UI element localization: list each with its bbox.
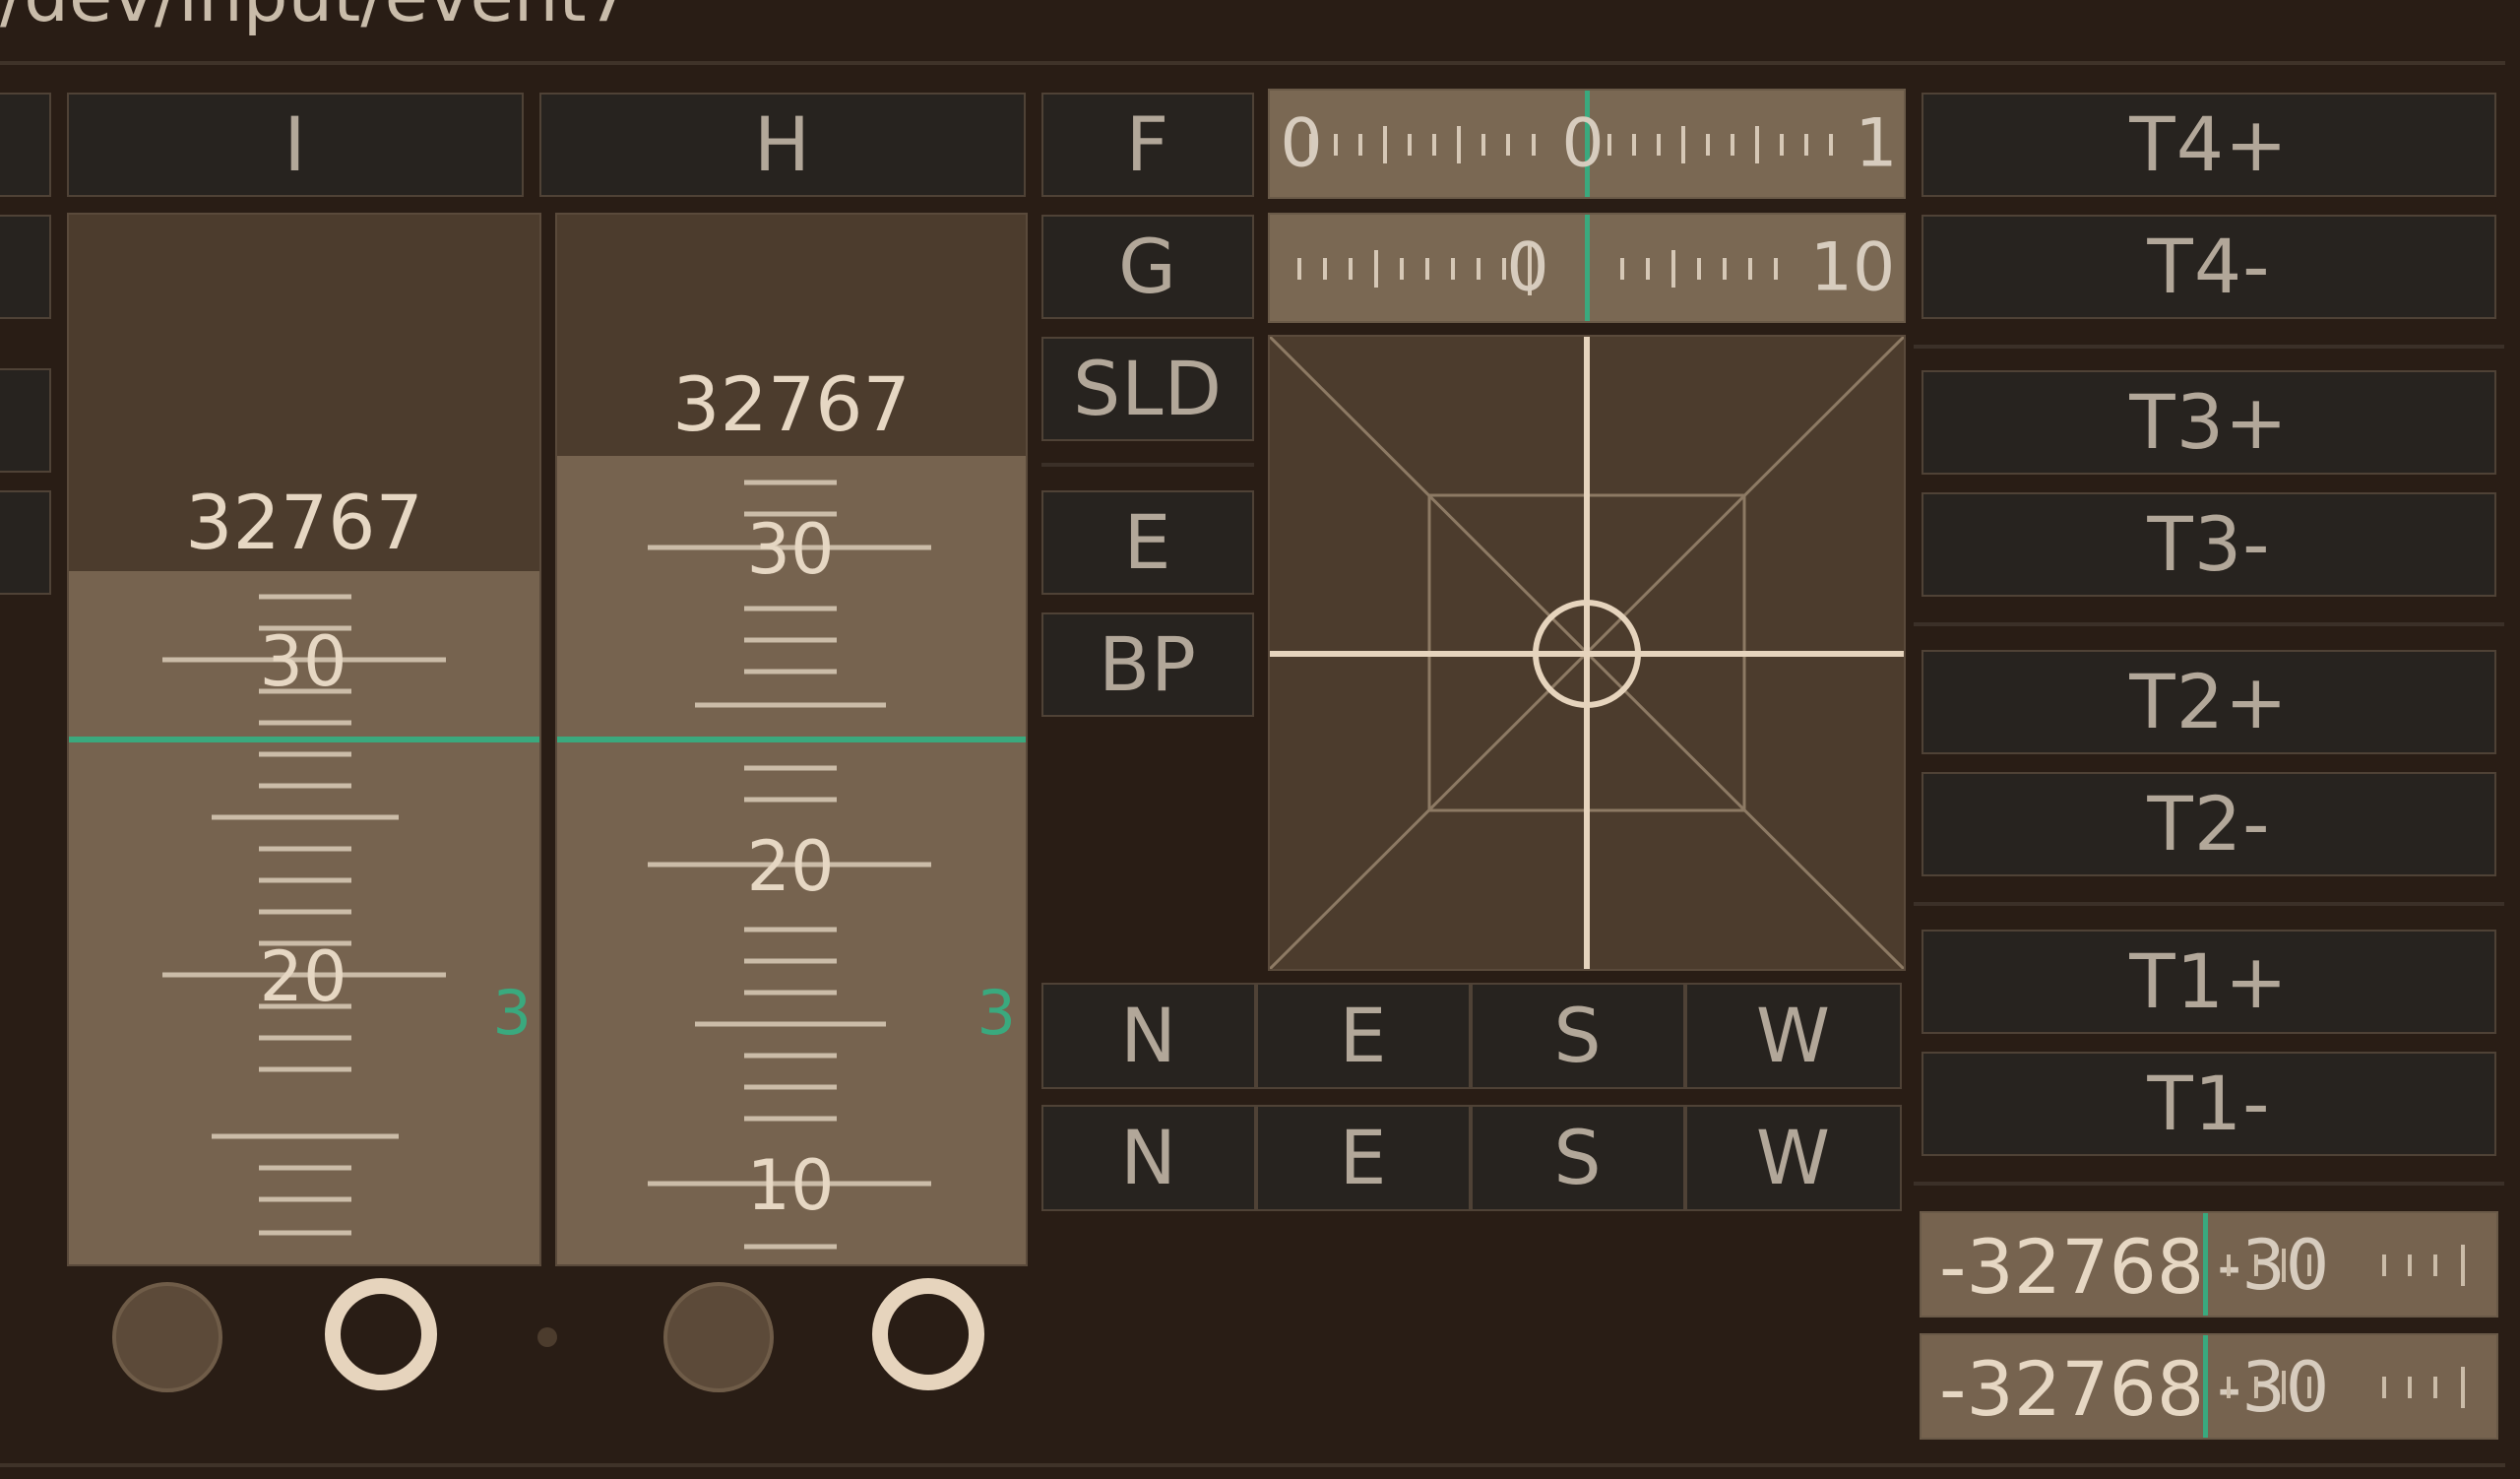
slider-i[interactable]: 30 20 3 32767 bbox=[67, 213, 541, 1266]
hat1-e-button[interactable]: E bbox=[1256, 983, 1471, 1089]
knob-3[interactable] bbox=[663, 1282, 774, 1392]
t3-minus-button[interactable]: T3- bbox=[1922, 492, 2496, 597]
ruler-2-right-label: 10 bbox=[1809, 228, 1896, 307]
e-button[interactable]: E bbox=[1041, 490, 1254, 595]
hat2-w-label: W bbox=[1755, 1114, 1832, 1201]
knob-dot bbox=[537, 1327, 557, 1347]
t2-minus-button[interactable]: T2- bbox=[1922, 772, 2496, 876]
t1-minus-label: T1- bbox=[2147, 1060, 2271, 1147]
trigger-divider-1 bbox=[1914, 345, 2504, 349]
slider-i-value: 32767 bbox=[185, 479, 423, 566]
slider-i-marker-label: 3 bbox=[493, 977, 532, 1049]
axis-readout-2[interactable]: -32768 -30 bbox=[1920, 1333, 2498, 1440]
trigger-divider-4 bbox=[1914, 1182, 2504, 1186]
axis-readout-1[interactable]: -32768 -30 bbox=[1920, 1211, 2498, 1318]
hat1-s-button[interactable]: S bbox=[1471, 983, 1685, 1089]
slider-h-header[interactable]: H bbox=[539, 93, 1026, 197]
axis-readout-2-ticks bbox=[2227, 1367, 2465, 1408]
e-button-label: E bbox=[1123, 498, 1172, 586]
slider-i-header[interactable]: I bbox=[67, 93, 524, 197]
knob-2[interactable] bbox=[325, 1278, 437, 1390]
xy-pad[interactable] bbox=[1268, 335, 1906, 971]
ruler-2-marker bbox=[1585, 215, 1590, 321]
hat2-e-button[interactable]: E bbox=[1256, 1105, 1471, 1211]
ruler-2[interactable]: 0 10 bbox=[1268, 213, 1906, 323]
left-clipped-button-3[interactable] bbox=[0, 368, 51, 473]
hat1-w-label: W bbox=[1755, 992, 1832, 1079]
t2-plus-button[interactable]: T2+ bbox=[1922, 650, 2496, 754]
slider-i-marker bbox=[69, 737, 539, 742]
t3-plus-button[interactable]: T3+ bbox=[1922, 370, 2496, 475]
slider-h-value: 32767 bbox=[672, 360, 911, 448]
header-divider bbox=[0, 61, 2505, 65]
ruler-2-center-label: 0 bbox=[1506, 228, 1549, 307]
slider-h[interactable]: 30 20 10 3 32767 bbox=[555, 213, 1028, 1266]
slider-h-header-label: H bbox=[753, 100, 812, 188]
left-clipped-button-4[interactable] bbox=[0, 490, 51, 595]
t2-plus-label: T2+ bbox=[2129, 658, 2289, 745]
t3-plus-label: T3+ bbox=[2129, 378, 2289, 466]
axis-readout-1-ticks bbox=[2227, 1245, 2465, 1286]
slider-i-header-label: I bbox=[284, 100, 307, 188]
hat1-n-button[interactable]: N bbox=[1041, 983, 1256, 1089]
bp-button-label: BP bbox=[1099, 620, 1197, 708]
t4-minus-label: T4- bbox=[2147, 223, 2271, 310]
ruler-1-center-label: 0 bbox=[1561, 104, 1605, 183]
f-button[interactable]: F bbox=[1041, 93, 1254, 197]
hat2-n-button[interactable]: N bbox=[1041, 1105, 1256, 1211]
t4-plus-button[interactable]: T4+ bbox=[1922, 93, 2496, 197]
f-button-label: F bbox=[1125, 100, 1170, 188]
knob-4[interactable] bbox=[872, 1278, 984, 1390]
hat2-e-label: E bbox=[1339, 1114, 1388, 1201]
t3-minus-label: T3- bbox=[2147, 500, 2271, 588]
knob-1[interactable] bbox=[112, 1282, 222, 1392]
left-clipped-button-2[interactable] bbox=[0, 215, 51, 319]
slider-h-tick-10: 10 bbox=[746, 1145, 834, 1226]
sld-button-label: SLD bbox=[1072, 345, 1224, 432]
xy-pad-graphic bbox=[1270, 337, 1904, 969]
g-button[interactable]: G bbox=[1041, 215, 1254, 319]
slider-h-marker bbox=[557, 737, 1026, 742]
slider-h-tick-20: 20 bbox=[746, 826, 834, 907]
slider-i-tick-20: 20 bbox=[259, 936, 346, 1017]
trigger-divider-2 bbox=[1914, 622, 2504, 626]
t2-minus-label: T2- bbox=[2147, 780, 2271, 868]
hat1-e-label: E bbox=[1339, 992, 1388, 1079]
hat1-s-label: S bbox=[1553, 992, 1603, 1079]
middle-divider bbox=[1041, 463, 1254, 467]
hat2-s-button[interactable]: S bbox=[1471, 1105, 1685, 1211]
hat1-w-button[interactable]: W bbox=[1685, 983, 1902, 1089]
bp-button[interactable]: BP bbox=[1041, 612, 1254, 717]
t4-plus-label: T4+ bbox=[2129, 100, 2289, 188]
sld-button[interactable]: SLD bbox=[1041, 337, 1254, 441]
ruler-1[interactable]: 0 0 1 bbox=[1268, 89, 1906, 199]
trigger-divider-3 bbox=[1914, 902, 2504, 906]
device-path-title: /dev/input/event7 bbox=[0, 0, 631, 37]
slider-h-tick-30: 30 bbox=[746, 509, 834, 590]
slider-i-tick-30: 30 bbox=[259, 621, 346, 702]
g-button-label: G bbox=[1118, 223, 1177, 310]
hat2-w-button[interactable]: W bbox=[1685, 1105, 1902, 1211]
t1-minus-button[interactable]: T1- bbox=[1922, 1052, 2496, 1156]
hat1-n-label: N bbox=[1120, 992, 1177, 1079]
slider-h-marker-label: 3 bbox=[977, 977, 1016, 1049]
left-clipped-button-1[interactable] bbox=[0, 93, 51, 197]
ruler-1-right-label: 1 bbox=[1855, 104, 1898, 183]
hat2-n-label: N bbox=[1120, 1114, 1177, 1201]
t1-plus-label: T1+ bbox=[2129, 937, 2289, 1025]
footer-divider bbox=[0, 1463, 2505, 1467]
t4-minus-button[interactable]: T4- bbox=[1922, 215, 2496, 319]
ruler-1-left-label: 0 bbox=[1280, 104, 1323, 183]
t1-plus-button[interactable]: T1+ bbox=[1922, 930, 2496, 1034]
hat2-s-label: S bbox=[1553, 1114, 1603, 1201]
